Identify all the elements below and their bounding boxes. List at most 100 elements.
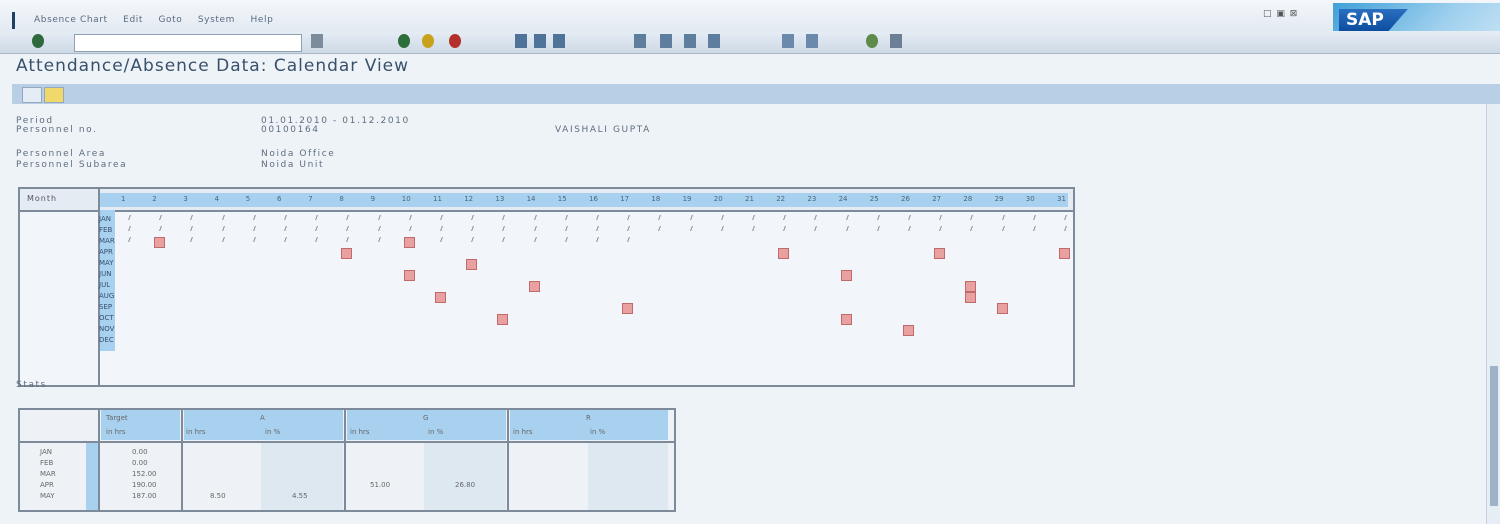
attendance-mark	[498, 215, 506, 220]
first-page-icon[interactable]	[634, 34, 646, 48]
shortcut-icon[interactable]	[806, 34, 818, 48]
help-icon[interactable]	[866, 34, 878, 48]
exit-icon[interactable]	[422, 34, 434, 48]
absence-marker[interactable]	[528, 281, 540, 292]
month-row-label: JAN	[99, 215, 111, 223]
attendance-mark	[280, 226, 287, 231]
attendance-mark	[592, 226, 599, 231]
attendance-mark	[467, 215, 475, 220]
day-header: 17	[620, 195, 630, 203]
window-controls[interactable]: □ ▣ ⊠	[1263, 9, 1298, 19]
attendance-mark	[248, 215, 256, 220]
last-page-icon[interactable]	[708, 34, 720, 48]
cancel-icon[interactable]	[449, 34, 461, 48]
attendance-mark	[748, 226, 755, 231]
print-icon[interactable]	[515, 34, 527, 48]
absence-marker[interactable]	[965, 292, 977, 303]
day-header: 2	[152, 195, 157, 203]
absence-marker[interactable]	[840, 314, 852, 325]
absence-marker[interactable]	[622, 303, 634, 314]
day-header: 24	[838, 195, 848, 203]
legend-button-icon[interactable]	[44, 87, 64, 103]
sub-header: in hrs	[513, 428, 533, 436]
menu-help[interactable]: Help	[251, 15, 274, 25]
attendance-mark	[342, 226, 350, 231]
sub-header: in %	[590, 428, 606, 436]
attendance-mark	[217, 237, 225, 242]
attendance-mark	[404, 226, 412, 231]
attendance-mark	[373, 226, 381, 231]
attendance-mark	[623, 237, 631, 242]
sub-header: in %	[265, 428, 281, 436]
absence-marker[interactable]	[1059, 248, 1070, 259]
back-icon[interactable]	[398, 34, 410, 48]
day-header: 23	[807, 195, 817, 203]
absence-marker[interactable]	[403, 270, 415, 281]
page-title: Attendance/Absence Data: Calendar View	[16, 56, 410, 76]
absence-marker[interactable]	[435, 292, 446, 303]
absence-marker[interactable]	[903, 325, 914, 336]
attendance-mark	[904, 215, 911, 220]
stats-table: Target A G Rin hrs in hrs in % in hrs in % in hr…	[18, 408, 676, 512]
absence-marker[interactable]	[996, 303, 1008, 314]
new-session-icon[interactable]	[782, 34, 794, 48]
attendance-mark	[529, 226, 537, 231]
stats-g-hours: 51.00	[370, 481, 391, 489]
personnel-subarea-label: Personnel Subarea	[16, 160, 128, 170]
save-icon[interactable]	[311, 34, 323, 48]
absence-marker[interactable]	[154, 237, 166, 248]
previous-page-icon[interactable]	[660, 34, 672, 48]
personnel-subarea-value: Noida Unit	[261, 160, 325, 170]
vertical-scrollbar[interactable]	[1486, 104, 1500, 524]
stats-shaded-column-g	[424, 443, 506, 510]
command-field[interactable]	[74, 34, 302, 52]
month-row-label: JUN	[99, 270, 112, 278]
next-page-icon[interactable]	[684, 34, 696, 48]
absence-marker[interactable]	[403, 237, 415, 248]
sub-header: in %	[428, 428, 444, 436]
absence-marker[interactable]	[341, 248, 353, 259]
group-header: G	[423, 414, 429, 422]
menu-absence-chart[interactable]: Absence Chart	[34, 15, 108, 25]
stats-target-value: 0.00	[132, 448, 148, 456]
menu-items: Absence Chart Edit Goto System Help	[34, 15, 285, 25]
day-header: 26	[901, 195, 910, 203]
attendance-mark	[623, 215, 631, 220]
attendance-mark	[529, 215, 537, 220]
day-header: 8	[339, 195, 344, 203]
day-header: 21	[745, 195, 754, 203]
enter-icon[interactable]	[32, 34, 44, 48]
window-edge	[12, 12, 15, 29]
attendance-mark	[1060, 226, 1067, 231]
absence-marker[interactable]	[466, 259, 478, 270]
month-row-label: DEC	[99, 336, 114, 344]
stats-month-column	[86, 443, 98, 510]
absence-marker[interactable]	[965, 281, 977, 292]
absence-marker[interactable]	[778, 248, 790, 259]
menu-system[interactable]: System	[198, 15, 235, 25]
day-header: 1	[121, 195, 126, 203]
attendance-mark	[342, 237, 350, 242]
find-next-icon[interactable]	[553, 34, 565, 48]
menu-edit[interactable]: Edit	[123, 15, 143, 25]
menu-goto[interactable]: Goto	[158, 15, 182, 25]
attendance-mark	[280, 215, 287, 220]
absence-marker[interactable]	[497, 314, 509, 325]
attendance-mark	[498, 237, 506, 242]
scrollbar-thumb[interactable]	[1490, 366, 1498, 506]
attendance-mark	[904, 226, 911, 231]
month-row-label: SEP	[99, 303, 113, 311]
absence-marker[interactable]	[934, 248, 946, 259]
stats-a-hours: 8.50	[210, 492, 226, 500]
attendance-mark	[155, 215, 163, 220]
absence-marker[interactable]	[840, 270, 852, 281]
layout-menu-icon[interactable]	[890, 34, 902, 48]
day-header: 22	[776, 195, 786, 203]
find-icon[interactable]	[534, 34, 546, 48]
stats-month-label: FEB	[40, 459, 54, 467]
overview-button-icon[interactable]	[22, 87, 42, 103]
group-header: R	[586, 414, 591, 422]
attendance-mark	[966, 215, 974, 220]
attendance-mark	[935, 215, 943, 220]
attendance-mark	[592, 215, 599, 220]
